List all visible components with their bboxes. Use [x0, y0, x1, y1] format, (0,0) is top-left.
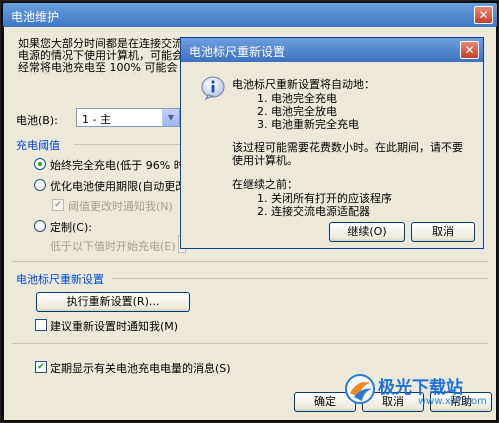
dialog-close-icon[interactable]: ✕ — [460, 41, 479, 59]
recal-notify-label: 建议重新设置时通知我(M) — [50, 320, 179, 333]
watermark-url: www.xz7.com — [418, 396, 487, 407]
threshold-notify-checkbox[interactable]: ✔ — [52, 199, 64, 211]
battery-select-value: 1 - 主 — [82, 113, 111, 126]
window-title: 电池维护 — [11, 10, 60, 24]
radio-optimize-label: 优化电池使用期限(自动更改) — [50, 180, 191, 193]
divider — [12, 261, 488, 262]
dialog-note-2: 使用计算机。 — [232, 154, 298, 167]
watermark-brand: 极光下载站 — [378, 378, 463, 398]
dialog-prereq-2: 2. 连接交流电源适配器 — [257, 205, 370, 218]
aurora-logo-icon — [345, 374, 375, 404]
divider — [74, 144, 184, 145]
run-recalibration-button[interactable]: 执行重新设置(R)... — [36, 292, 190, 312]
radio-custom[interactable] — [34, 220, 46, 232]
info-icon — [201, 76, 225, 100]
threshold-notify-label: 阈值更改时通知我(N) — [68, 200, 173, 213]
radio-optimize[interactable] — [34, 179, 46, 191]
dropdown-arrow-icon[interactable]: ▼ — [162, 109, 179, 126]
custom-threshold-label: 低于以下值时开始充电(E) — [50, 240, 176, 253]
window-titlebar: 电池维护 ✕ — [3, 3, 497, 27]
battery-select[interactable]: 1 - 主 ▼ — [76, 108, 180, 127]
dialog-step-3: 3. 电池重新完全充电 — [257, 118, 359, 131]
divider — [112, 278, 488, 279]
dialog-cancel-button[interactable]: 取消 — [411, 222, 475, 242]
periodic-message-label: 定期显示有关电池充电电量的消息(S) — [50, 362, 231, 375]
window-close-icon[interactable]: ✕ — [474, 6, 493, 24]
intro-text: 如果您大部分时间都是在连接交流电源的情况下使用计算机，可能会经常将电池充电至 1… — [18, 38, 183, 74]
radio-custom-label: 定制(C): — [50, 221, 92, 234]
site-watermark: 极光下载站 www.xz7.com — [340, 371, 490, 417]
radio-always-full[interactable] — [34, 158, 46, 170]
divider — [12, 343, 488, 344]
periodic-message-checkbox[interactable]: ✔ — [35, 361, 47, 373]
battery-label: 电池(B): — [16, 114, 58, 127]
charge-threshold-section-title: 充电阈值 — [16, 139, 60, 152]
dialog-titlebar: 电池标尺重新设置 ✕ — [181, 38, 483, 62]
recalibration-section-title: 电池标尺重新设置 — [16, 273, 104, 286]
continue-button[interactable]: 继续(O) — [329, 222, 405, 242]
recalibration-dialog: 电池标尺重新设置 ✕ 电池标尺重新设置将自动地： 1. 电池完全充电 2. 电池… — [180, 37, 484, 249]
dialog-title: 电池标尺重新设置 — [189, 45, 286, 59]
recal-notify-checkbox[interactable] — [35, 319, 47, 331]
